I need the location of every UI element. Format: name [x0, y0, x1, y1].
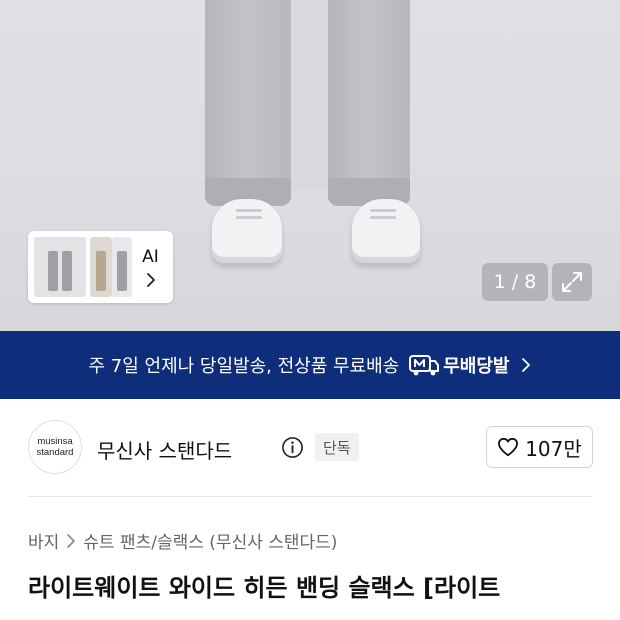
chevron-right-icon — [521, 358, 530, 372]
product-image[interactable]: AI 1 / 8 — [0, 0, 620, 331]
expand-button[interactable] — [552, 263, 592, 301]
pant-leg-right — [328, 0, 410, 202]
heart-icon — [498, 437, 519, 457]
ai-label: AI — [142, 247, 159, 267]
breadcrumb-item-pants[interactable]: 바지 — [28, 528, 59, 553]
pant-leg-left — [205, 0, 291, 202]
badge-label: 무배당발 — [443, 356, 510, 377]
sneaker-right — [352, 199, 420, 263]
thumbnail-2 — [90, 237, 112, 297]
info-icon[interactable] — [281, 436, 304, 459]
sneaker-left — [212, 199, 282, 263]
ai-similar-button[interactable]: AI — [28, 231, 173, 303]
thumbnail-3 — [112, 237, 132, 297]
chevron-right-icon — [146, 273, 155, 287]
divider — [28, 496, 592, 497]
m-truck-icon — [409, 355, 440, 376]
product-title: 라이트웨이트 와이드 히든 밴딩 슬랙스 [라이트 — [28, 574, 501, 602]
image-counter: 1 / 8 — [482, 263, 548, 301]
background-gap — [291, 0, 328, 190]
brand-row: musinsa standard 무신사 스탠다드 단독 107만 — [28, 418, 594, 476]
breadcrumb-item-slacks[interactable]: 슈트 팬츠/슬랙스 (무신사 스탠다드) — [83, 528, 337, 553]
exclusive-tag: 단독 — [315, 433, 359, 461]
like-button[interactable]: 107만 — [486, 426, 593, 468]
brand-logo[interactable]: musinsa standard — [28, 420, 82, 474]
delivery-badge: 무배당발 — [409, 352, 510, 378]
breadcrumb: 바지 슈트 팬츠/슬랙스 (무신사 스탠다드) — [28, 528, 337, 553]
expand-icon — [562, 272, 582, 292]
delivery-banner[interactable]: 주 7일 언제나 당일발송, 전상품 무료배송 무배당발 — [0, 331, 620, 399]
chevron-right-icon — [67, 533, 76, 548]
banner-text: 주 7일 언제나 당일발송, 전상품 무료배송 — [88, 356, 400, 377]
like-count: 107만 — [525, 436, 582, 461]
brand-logo-line1: musinsa — [37, 436, 73, 447]
brand-name-link[interactable]: 무신사 스탠다드 — [97, 435, 232, 464]
brand-logo-line2: standard — [36, 447, 74, 458]
thumbnail-strip — [32, 235, 132, 299]
thumbnail-1 — [34, 237, 86, 297]
